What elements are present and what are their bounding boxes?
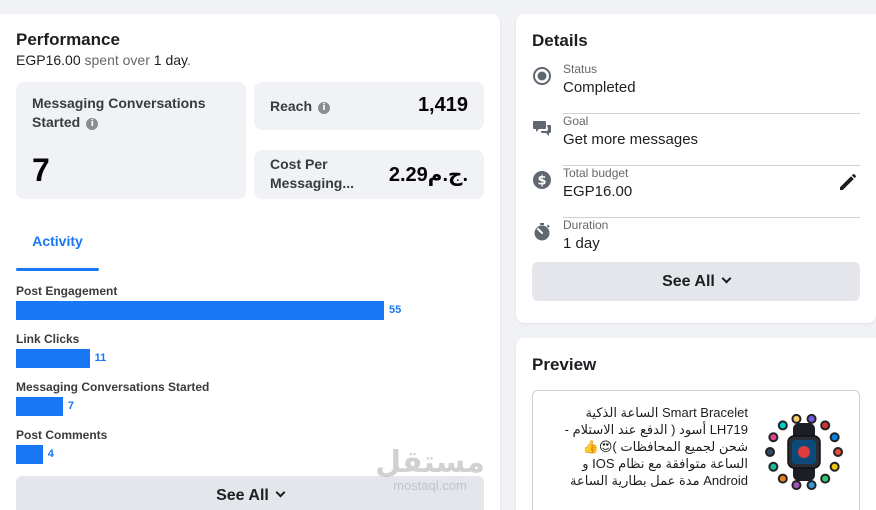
detail-row-goal: Goal Get more messages	[532, 114, 860, 166]
detail-value: EGP16.00	[563, 183, 633, 200]
activity-bar	[16, 349, 90, 368]
performance-card: Performance EGP16.00 spent over 1 day. M…	[0, 14, 500, 510]
details-card: Details Status Completed Goal Get more m…	[516, 14, 876, 323]
metric-cost-per-messaging: Cost Per Messaging... 2.29ج.م.	[254, 150, 484, 199]
watch-face-dial	[770, 434, 777, 441]
activity-label: Post Engagement	[16, 284, 118, 298]
tab-activity[interactable]: Activity	[16, 226, 99, 271]
spent-days: 1 day	[153, 52, 187, 68]
chevron-down-icon	[721, 273, 732, 284]
info-icon[interactable]: i	[318, 102, 331, 114]
info-icon[interactable]: i	[86, 118, 99, 130]
tab-activity-indicator	[16, 268, 99, 271]
activity-label: Link Clicks	[16, 332, 80, 346]
radio-status-icon	[533, 67, 551, 85]
watch-face-dial	[779, 475, 786, 482]
watch-face-dial	[808, 482, 815, 489]
detail-value: Get more messages	[563, 131, 699, 148]
activity-bar	[16, 397, 63, 416]
watch-face-dial	[779, 422, 786, 429]
watch-face-dial	[831, 463, 838, 470]
detail-label: Goal	[563, 114, 589, 128]
metric-messaging-value: 7	[32, 152, 50, 188]
detail-row-status: Status Completed	[532, 62, 860, 114]
preview-card: Preview Smart Bracelet الساعة الذكية LH7…	[516, 338, 876, 510]
see-all-label: See All	[662, 273, 715, 290]
metric-reach-label-wrap: Reach i	[270, 97, 331, 116]
spent-mid: spent over	[80, 52, 154, 68]
preview-title: Preview	[532, 355, 597, 374]
watch-face-dial	[808, 415, 815, 422]
metric-reach-label: Reach	[270, 98, 313, 114]
performance-see-all-button[interactable]: See All	[16, 476, 484, 510]
watch-face-dial	[822, 475, 829, 482]
activity-label: Messaging Conversations Started	[16, 380, 210, 394]
ad-preview[interactable]: Smart Bracelet الساعة الذكية LH719 أسود …	[532, 390, 860, 510]
chevron-down-icon	[275, 487, 286, 498]
details-title: Details	[532, 31, 588, 50]
spend-summary: EGP16.00 spent over 1 day.	[16, 52, 191, 68]
activity-bar	[16, 445, 43, 464]
pencil-icon[interactable]	[836, 170, 860, 194]
detail-value: Completed	[563, 79, 636, 96]
see-all-label: See All	[216, 487, 269, 504]
metric-messaging-conversations: Messaging Conversations Started i 7	[16, 82, 246, 199]
detail-label: Total budget	[563, 166, 629, 180]
watch-face-dial	[770, 463, 777, 470]
metric-reach-value: 1,419	[417, 94, 468, 116]
activity-value: 4	[47, 448, 54, 460]
watch-face-dial	[831, 434, 838, 441]
metric-messaging-label: Messaging Conversations Started	[32, 95, 206, 130]
activity-bar	[16, 301, 384, 320]
ad-text: Smart Bracelet الساعة الذكية LH719 أسود …	[564, 405, 748, 488]
smartwatch-product-image	[765, 413, 843, 491]
svg-text:$: $	[537, 174, 546, 189]
watch-face-dial	[822, 422, 829, 429]
chat-bubbles-icon	[533, 121, 551, 136]
detail-value: 1 day	[563, 235, 600, 252]
activity-value: 55	[389, 304, 402, 316]
watch-face-dial	[767, 449, 773, 455]
watch-face-dial	[793, 415, 800, 422]
dollar-circle-icon: $	[533, 171, 551, 189]
performance-title: Performance	[16, 30, 120, 49]
detail-row-duration: Duration 1 day	[532, 218, 860, 258]
spent-amount: EGP16.00	[16, 52, 81, 68]
activity-value: 7	[67, 400, 74, 412]
activity-value: 11	[94, 352, 107, 364]
metric-reach: Reach i 1,419	[254, 82, 484, 130]
details-see-all-button[interactable]: See All	[532, 262, 860, 301]
metric-messaging-label-wrap: Messaging Conversations Started i	[32, 94, 232, 132]
metric-cost-label: Cost Per Messaging...	[270, 156, 355, 191]
detail-row-budget: $ Total budget EGP16.00	[532, 166, 860, 218]
watch-face-dial	[793, 482, 800, 489]
stopwatch-icon	[534, 223, 550, 241]
metric-cost-value: 2.29ج.م.	[388, 164, 468, 186]
watch-face-dial	[835, 449, 841, 455]
detail-label: Duration	[563, 218, 609, 232]
detail-label: Status	[563, 62, 598, 76]
activity-label: Post Comments	[16, 428, 108, 442]
spent-end: .	[186, 52, 191, 68]
